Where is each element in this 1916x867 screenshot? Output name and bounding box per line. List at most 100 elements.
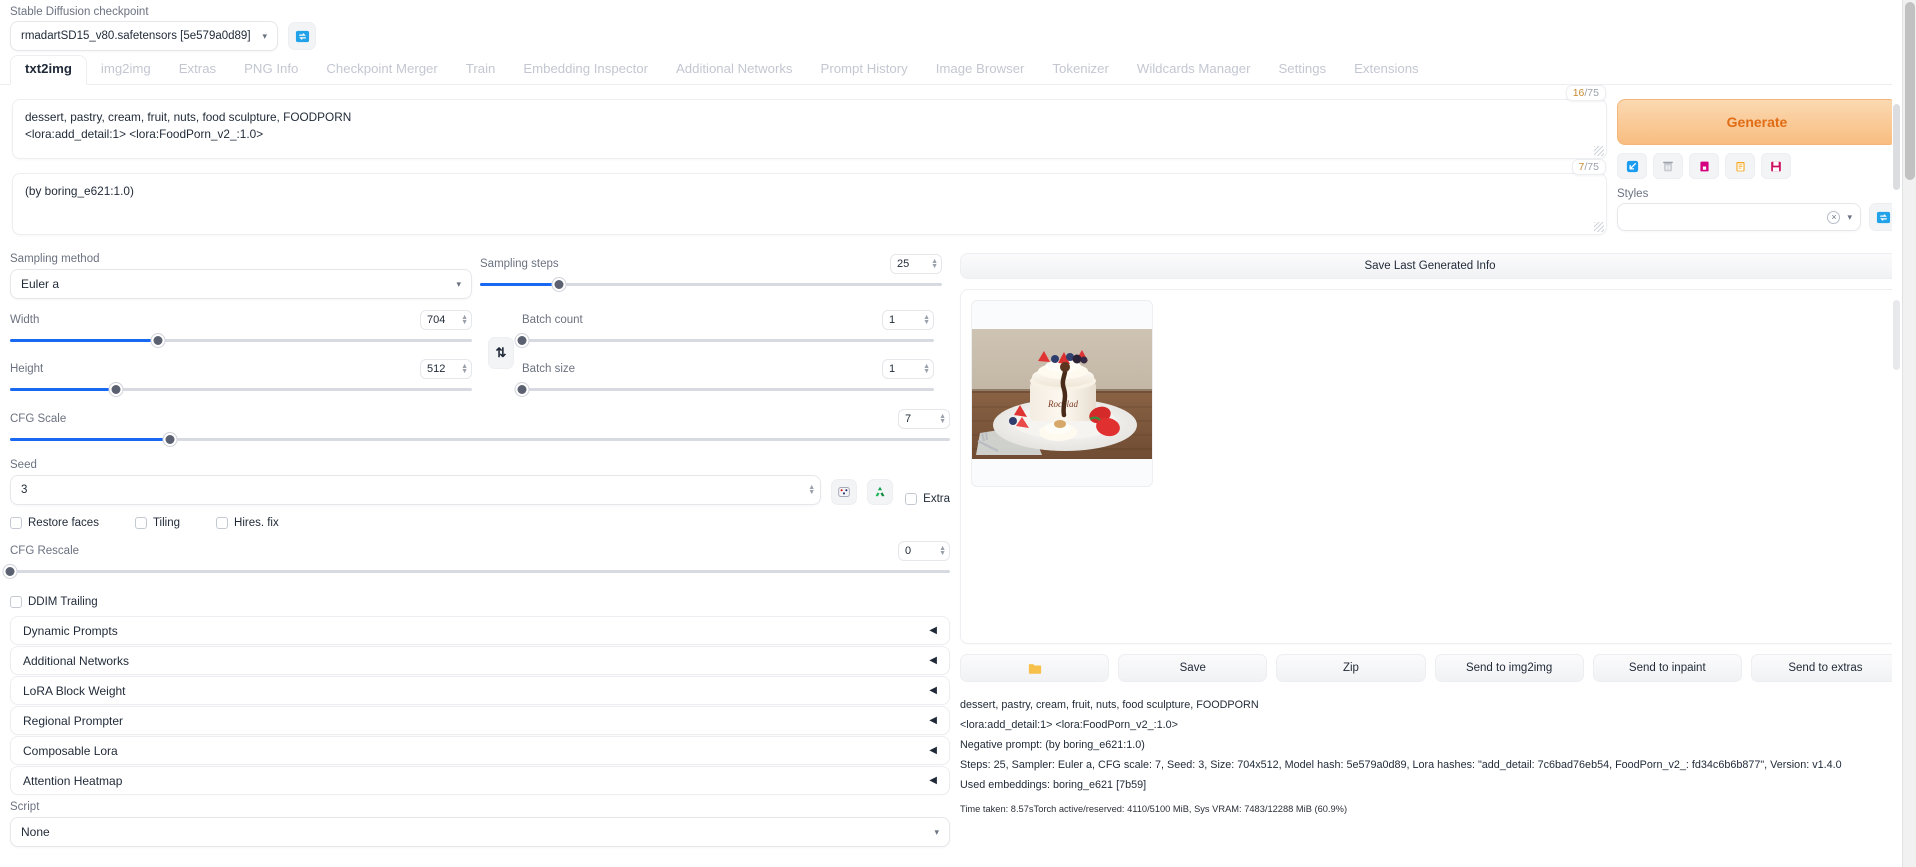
output-gallery[interactable]: Rocolad — [960, 289, 1900, 644]
send-to-img2img-button[interactable]: Send to img2img — [1434, 654, 1584, 682]
tab-embedding-inspector[interactable]: Embedding Inspector — [509, 56, 662, 84]
cfg-rescale-input[interactable]: 0 ▲ ▼ — [898, 541, 950, 561]
sampling-method-select[interactable]: Euler a ▾ — [10, 269, 472, 299]
scrollbar-thumb[interactable] — [1905, 2, 1915, 180]
info-line-negative: Negative prompt: (by boring_e621:1.0) — [960, 738, 1145, 751]
accordion-regional-prompter[interactable]: Regional Prompter ◀ — [10, 706, 950, 735]
resize-handle[interactable] — [1594, 222, 1604, 232]
checkbox-box[interactable] — [134, 517, 147, 529]
cfg-rescale-slider[interactable] — [3, 564, 950, 578]
tab-train[interactable]: Train — [452, 56, 510, 84]
tab-extras[interactable]: Extras — [165, 56, 230, 84]
extra-seed-checkbox[interactable]: Extra — [905, 493, 950, 505]
stepper-icon[interactable]: ▲ ▼ — [923, 363, 930, 375]
show-extra-networks-button[interactable] — [1689, 153, 1719, 179]
width-input[interactable]: 704 ▲ ▼ — [420, 310, 472, 330]
resize-handle[interactable] — [1594, 146, 1604, 156]
sampling-method-value: Euler a — [21, 277, 60, 291]
sampling-steps-input[interactable]: 25 ▲ ▼ — [890, 254, 942, 274]
zip-button[interactable]: Zip — [1276, 654, 1426, 682]
accordion-attention-heatmap[interactable]: Attention Heatmap ◀ — [10, 766, 950, 795]
tab-txt2img[interactable]: txt2img — [10, 55, 87, 85]
cfg-scale-slider[interactable] — [10, 432, 950, 446]
positive-prompt-input[interactable]: 16/75 dessert, pastry, cream, fruit, nut… — [12, 85, 1607, 159]
tab-image-browser[interactable]: Image Browser — [922, 56, 1039, 84]
negative-prompt-input[interactable]: 7/75 (by boring_e621:1.0) — [12, 159, 1607, 235]
ddim-trailing-checkbox[interactable]: DDIM Trailing — [10, 596, 950, 608]
generated-image[interactable]: Rocolad — [972, 328, 1152, 459]
cfg-scale-label: CFG Scale — [10, 413, 67, 425]
hires-fix-label: Hires. fix — [234, 517, 279, 529]
checkbox-box[interactable] — [905, 493, 918, 505]
generate-tool-icons — [1617, 153, 1897, 179]
tab-tokenizer[interactable]: Tokenizer — [1038, 56, 1122, 84]
save-style-button[interactable] — [1761, 153, 1791, 179]
script-field: Script None ▾ — [10, 801, 950, 847]
checkpoint-select[interactable]: rmadartSD15_v80.safetensors [5e579a0d89]… — [10, 21, 278, 51]
seed-field: Seed 3 ▲ ▼ Extra — [10, 459, 950, 505]
checkbox-box[interactable] — [10, 596, 22, 608]
send-to-inpaint-button[interactable]: Send to inpaint — [1592, 654, 1742, 682]
stepper-icon[interactable]: ▲ ▼ — [939, 545, 946, 557]
accordion-lora-block-weight[interactable]: LoRA Block Weight ◀ — [10, 676, 950, 705]
batch-size-slider[interactable] — [515, 382, 934, 396]
chevron-down-icon: ▾ — [262, 30, 267, 41]
checkbox-box[interactable] — [10, 517, 22, 529]
tab-wildcards-manager[interactable]: Wildcards Manager — [1123, 56, 1265, 84]
height-input[interactable]: 512 ▲ ▼ — [420, 359, 472, 379]
generate-button[interactable]: Generate — [1617, 99, 1897, 145]
inner-scrollbar[interactable] — [1892, 0, 1902, 867]
recycle-icon — [875, 486, 885, 497]
width-slider[interactable] — [10, 333, 472, 347]
sampling-steps-value: 25 — [897, 258, 910, 270]
send-to-extras-button[interactable]: Send to extras — [1750, 654, 1901, 682]
batch-count-input[interactable]: 1 ▲ ▼ — [882, 310, 934, 330]
tab-checkpoint-merger[interactable]: Checkpoint Merger — [312, 56, 451, 84]
width-label: Width — [10, 314, 40, 326]
batch-count-slider[interactable] — [515, 333, 934, 347]
stepper-icon[interactable]: ▲ ▼ — [939, 413, 946, 425]
reuse-seed-button[interactable] — [867, 479, 894, 505]
tiling-checkbox[interactable]: Tiling — [134, 517, 180, 529]
styles-select[interactable]: × ▾ — [1617, 203, 1861, 231]
clear-styles-icon[interactable]: × — [1827, 210, 1841, 224]
hires-fix-checkbox[interactable]: Hires. fix — [216, 517, 279, 529]
stepper-icon[interactable]: ▲ ▼ — [461, 314, 468, 326]
height-slider[interactable] — [10, 382, 472, 396]
clear-prompt-button[interactable] — [1653, 153, 1683, 179]
batch-size-input[interactable]: 1 ▲ ▼ — [882, 359, 934, 379]
open-folder-button[interactable] — [960, 654, 1110, 682]
gallery-thumbnail[interactable]: Rocolad — [971, 300, 1153, 487]
extra-networks-icon — [1699, 161, 1709, 171]
restore-progress-button[interactable] — [1617, 153, 1647, 179]
chevron-left-icon: ◀ — [929, 655, 937, 666]
page-scrollbar[interactable] — [1902, 0, 1916, 867]
main-tab-bar[interactable]: txt2img img2img Extras PNG Info Checkpoi… — [0, 51, 1916, 85]
save-button[interactable]: Save — [1118, 654, 1268, 682]
accordion-additional-networks[interactable]: Additional Networks ◀ — [10, 646, 950, 675]
tab-additional-networks[interactable]: Additional Networks — [662, 56, 807, 84]
stepper-icon[interactable]: ▲ ▼ — [931, 258, 938, 270]
tab-png-info[interactable]: PNG Info — [230, 56, 312, 84]
cfg-scale-input[interactable]: 7 ▲ ▼ — [898, 409, 950, 429]
apply-style-button[interactable] — [1725, 153, 1755, 179]
accordion-composable-lora[interactable]: Composable Lora ◀ — [10, 736, 950, 765]
sampling-steps-slider[interactable] — [480, 277, 942, 291]
stepper-icon[interactable]: ▲ ▼ — [923, 314, 930, 326]
random-seed-button[interactable] — [831, 479, 858, 505]
refresh-checkpoints-button[interactable] — [288, 22, 316, 50]
restore-faces-checkbox[interactable]: Restore faces — [10, 517, 99, 529]
seed-input[interactable]: 3 ▲ ▼ — [10, 475, 822, 505]
save-last-generated-info-button[interactable]: Save Last Generated Info — [960, 253, 1900, 279]
checkbox-box[interactable] — [216, 517, 229, 529]
tab-extensions[interactable]: Extensions — [1340, 56, 1433, 84]
tab-prompt-history[interactable]: Prompt History — [807, 56, 922, 84]
script-select[interactable]: None ▾ — [10, 817, 950, 847]
tab-settings[interactable]: Settings — [1264, 56, 1340, 84]
accordion-dynamic-prompts[interactable]: Dynamic Prompts ◀ — [10, 616, 950, 645]
folder-icon — [1028, 663, 1041, 674]
stepper-icon[interactable]: ▲ ▼ — [808, 484, 815, 496]
stepper-icon[interactable]: ▲ ▼ — [461, 363, 468, 375]
tab-img2img[interactable]: img2img — [87, 56, 165, 84]
swap-width-height-button[interactable]: ⇅ — [488, 336, 514, 369]
